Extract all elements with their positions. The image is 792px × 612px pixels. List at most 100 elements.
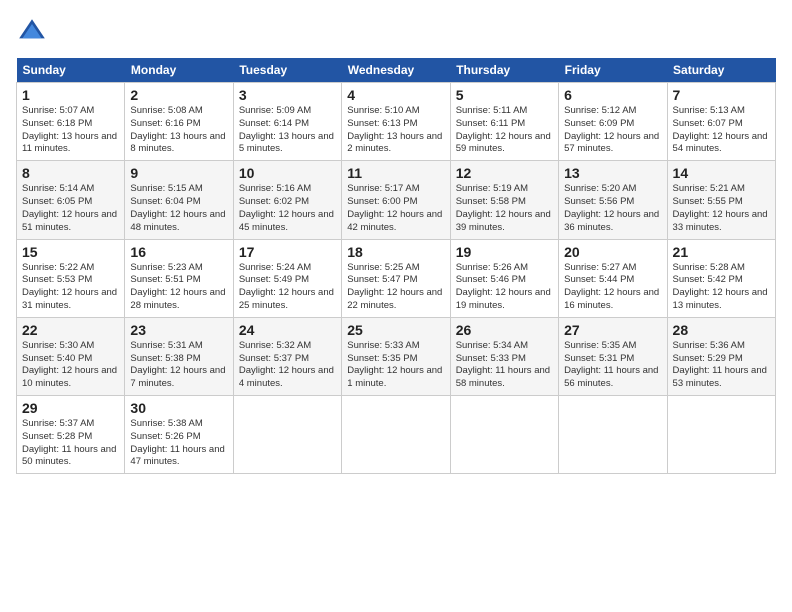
day-number: 2 (130, 87, 227, 103)
calendar-day-cell: 24 Sunrise: 5:32 AMSunset: 5:37 PMDaylig… (233, 317, 341, 395)
day-info: Sunrise: 5:36 AMSunset: 5:29 PMDaylight:… (673, 340, 770, 391)
calendar-day-cell: 25 Sunrise: 5:33 AMSunset: 5:35 PMDaylig… (342, 317, 450, 395)
calendar-header: SundayMondayTuesdayWednesdayThursdayFrid… (17, 58, 776, 83)
calendar-day-cell: 3 Sunrise: 5:09 AMSunset: 6:14 PMDayligh… (233, 83, 341, 161)
calendar-day-cell: 27 Sunrise: 5:35 AMSunset: 5:31 PMDaylig… (559, 317, 667, 395)
day-number: 13 (564, 165, 661, 181)
day-number: 11 (347, 165, 444, 181)
day-number: 22 (22, 322, 119, 338)
calendar-week-row: 8 Sunrise: 5:14 AMSunset: 6:05 PMDayligh… (17, 161, 776, 239)
calendar-day-cell: 2 Sunrise: 5:08 AMSunset: 6:16 PMDayligh… (125, 83, 233, 161)
weekday-header: Tuesday (233, 58, 341, 83)
calendar-day-cell (233, 396, 341, 474)
day-number: 20 (564, 244, 661, 260)
day-info: Sunrise: 5:17 AMSunset: 6:00 PMDaylight:… (347, 183, 444, 234)
day-info: Sunrise: 5:33 AMSunset: 5:35 PMDaylight:… (347, 340, 444, 391)
day-info: Sunrise: 5:12 AMSunset: 6:09 PMDaylight:… (564, 105, 661, 156)
day-number: 1 (22, 87, 119, 103)
day-number: 12 (456, 165, 553, 181)
calendar-day-cell (667, 396, 775, 474)
day-info: Sunrise: 5:31 AMSunset: 5:38 PMDaylight:… (130, 340, 227, 391)
day-info: Sunrise: 5:13 AMSunset: 6:07 PMDaylight:… (673, 105, 770, 156)
calendar-day-cell: 11 Sunrise: 5:17 AMSunset: 6:00 PMDaylig… (342, 161, 450, 239)
day-number: 3 (239, 87, 336, 103)
day-number: 18 (347, 244, 444, 260)
day-info: Sunrise: 5:11 AMSunset: 6:11 PMDaylight:… (456, 105, 553, 156)
day-number: 9 (130, 165, 227, 181)
day-number: 5 (456, 87, 553, 103)
day-number: 25 (347, 322, 444, 338)
weekday-header: Monday (125, 58, 233, 83)
day-info: Sunrise: 5:22 AMSunset: 5:53 PMDaylight:… (22, 262, 119, 313)
day-number: 6 (564, 87, 661, 103)
calendar-day-cell: 8 Sunrise: 5:14 AMSunset: 6:05 PMDayligh… (17, 161, 125, 239)
day-info: Sunrise: 5:32 AMSunset: 5:37 PMDaylight:… (239, 340, 336, 391)
calendar-day-cell: 4 Sunrise: 5:10 AMSunset: 6:13 PMDayligh… (342, 83, 450, 161)
calendar-week-row: 1 Sunrise: 5:07 AMSunset: 6:18 PMDayligh… (17, 83, 776, 161)
logo (16, 16, 52, 48)
calendar-day-cell: 10 Sunrise: 5:16 AMSunset: 6:02 PMDaylig… (233, 161, 341, 239)
logo-icon (16, 16, 48, 48)
day-info: Sunrise: 5:30 AMSunset: 5:40 PMDaylight:… (22, 340, 119, 391)
day-info: Sunrise: 5:23 AMSunset: 5:51 PMDaylight:… (130, 262, 227, 313)
calendar-day-cell: 18 Sunrise: 5:25 AMSunset: 5:47 PMDaylig… (342, 239, 450, 317)
calendar-week-row: 15 Sunrise: 5:22 AMSunset: 5:53 PMDaylig… (17, 239, 776, 317)
day-info: Sunrise: 5:20 AMSunset: 5:56 PMDaylight:… (564, 183, 661, 234)
day-number: 30 (130, 400, 227, 416)
day-number: 17 (239, 244, 336, 260)
calendar-day-cell: 7 Sunrise: 5:13 AMSunset: 6:07 PMDayligh… (667, 83, 775, 161)
day-info: Sunrise: 5:27 AMSunset: 5:44 PMDaylight:… (564, 262, 661, 313)
weekday-row: SundayMondayTuesdayWednesdayThursdayFrid… (17, 58, 776, 83)
day-number: 21 (673, 244, 770, 260)
day-info: Sunrise: 5:19 AMSunset: 5:58 PMDaylight:… (456, 183, 553, 234)
day-number: 7 (673, 87, 770, 103)
calendar-table: SundayMondayTuesdayWednesdayThursdayFrid… (16, 58, 776, 474)
day-number: 27 (564, 322, 661, 338)
calendar-day-cell: 23 Sunrise: 5:31 AMSunset: 5:38 PMDaylig… (125, 317, 233, 395)
day-info: Sunrise: 5:24 AMSunset: 5:49 PMDaylight:… (239, 262, 336, 313)
calendar-day-cell: 9 Sunrise: 5:15 AMSunset: 6:04 PMDayligh… (125, 161, 233, 239)
calendar-day-cell: 20 Sunrise: 5:27 AMSunset: 5:44 PMDaylig… (559, 239, 667, 317)
calendar-day-cell: 12 Sunrise: 5:19 AMSunset: 5:58 PMDaylig… (450, 161, 558, 239)
calendar-day-cell: 1 Sunrise: 5:07 AMSunset: 6:18 PMDayligh… (17, 83, 125, 161)
day-number: 10 (239, 165, 336, 181)
day-info: Sunrise: 5:25 AMSunset: 5:47 PMDaylight:… (347, 262, 444, 313)
calendar-day-cell: 28 Sunrise: 5:36 AMSunset: 5:29 PMDaylig… (667, 317, 775, 395)
calendar-week-row: 22 Sunrise: 5:30 AMSunset: 5:40 PMDaylig… (17, 317, 776, 395)
calendar-day-cell (559, 396, 667, 474)
calendar-day-cell: 6 Sunrise: 5:12 AMSunset: 6:09 PMDayligh… (559, 83, 667, 161)
day-info: Sunrise: 5:34 AMSunset: 5:33 PMDaylight:… (456, 340, 553, 391)
calendar-week-row: 29 Sunrise: 5:37 AMSunset: 5:28 PMDaylig… (17, 396, 776, 474)
weekday-header: Wednesday (342, 58, 450, 83)
weekday-header: Thursday (450, 58, 558, 83)
page-header (16, 16, 776, 48)
day-number: 19 (456, 244, 553, 260)
day-info: Sunrise: 5:07 AMSunset: 6:18 PMDaylight:… (22, 105, 119, 156)
calendar-day-cell: 26 Sunrise: 5:34 AMSunset: 5:33 PMDaylig… (450, 317, 558, 395)
day-number: 23 (130, 322, 227, 338)
day-info: Sunrise: 5:26 AMSunset: 5:46 PMDaylight:… (456, 262, 553, 313)
calendar-day-cell: 19 Sunrise: 5:26 AMSunset: 5:46 PMDaylig… (450, 239, 558, 317)
calendar-body: 1 Sunrise: 5:07 AMSunset: 6:18 PMDayligh… (17, 83, 776, 474)
day-number: 15 (22, 244, 119, 260)
day-info: Sunrise: 5:16 AMSunset: 6:02 PMDaylight:… (239, 183, 336, 234)
day-number: 24 (239, 322, 336, 338)
day-info: Sunrise: 5:35 AMSunset: 5:31 PMDaylight:… (564, 340, 661, 391)
day-info: Sunrise: 5:09 AMSunset: 6:14 PMDaylight:… (239, 105, 336, 156)
day-number: 14 (673, 165, 770, 181)
calendar-day-cell (450, 396, 558, 474)
day-info: Sunrise: 5:38 AMSunset: 5:26 PMDaylight:… (130, 418, 227, 469)
day-info: Sunrise: 5:10 AMSunset: 6:13 PMDaylight:… (347, 105, 444, 156)
day-info: Sunrise: 5:28 AMSunset: 5:42 PMDaylight:… (673, 262, 770, 313)
calendar-day-cell: 21 Sunrise: 5:28 AMSunset: 5:42 PMDaylig… (667, 239, 775, 317)
calendar-day-cell: 15 Sunrise: 5:22 AMSunset: 5:53 PMDaylig… (17, 239, 125, 317)
weekday-header: Friday (559, 58, 667, 83)
calendar-day-cell: 16 Sunrise: 5:23 AMSunset: 5:51 PMDaylig… (125, 239, 233, 317)
calendar-day-cell: 30 Sunrise: 5:38 AMSunset: 5:26 PMDaylig… (125, 396, 233, 474)
day-number: 16 (130, 244, 227, 260)
day-info: Sunrise: 5:14 AMSunset: 6:05 PMDaylight:… (22, 183, 119, 234)
calendar-day-cell (342, 396, 450, 474)
weekday-header: Saturday (667, 58, 775, 83)
weekday-header: Sunday (17, 58, 125, 83)
day-number: 26 (456, 322, 553, 338)
